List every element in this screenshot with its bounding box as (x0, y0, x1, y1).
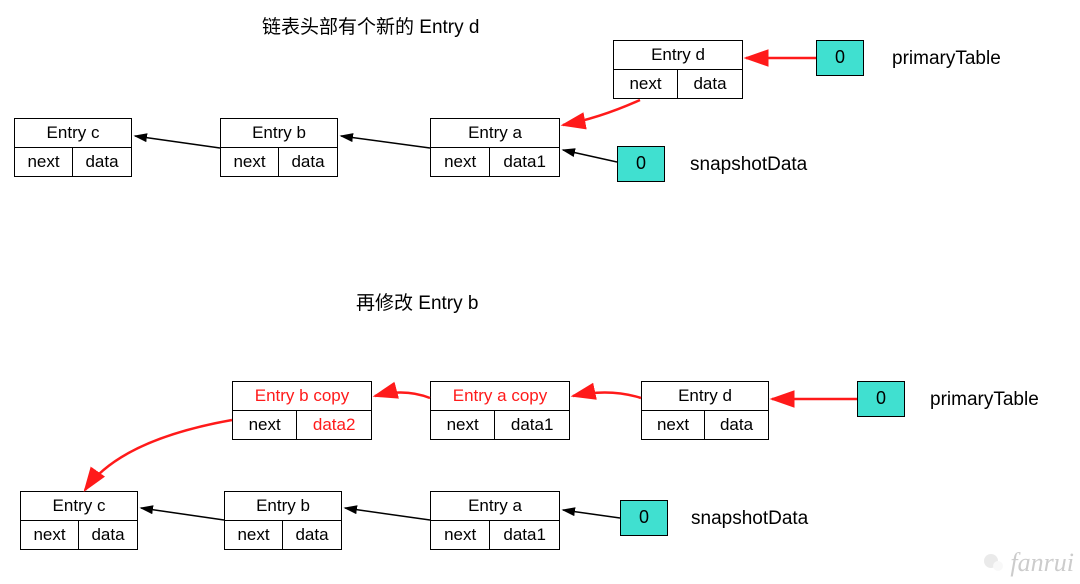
entry-data: data1 (489, 148, 559, 176)
entry-title: Entry c (21, 492, 137, 521)
entry-data: data (282, 521, 341, 549)
bucket-snapshot-bottom: 0 (620, 500, 668, 536)
bottom-caption: 再修改 Entry b (356, 288, 478, 315)
watermark: fanrui (982, 548, 1074, 578)
entry-title: Entry a (431, 492, 559, 521)
bucket-snapshot-top: 0 (617, 146, 665, 182)
snapshot-label-top: snapshotData (690, 154, 807, 176)
entry-d-top: Entry d next data (613, 40, 743, 99)
entry-data: data1 (494, 411, 569, 439)
entry-title: Entry b (225, 492, 341, 521)
entry-title: Entry b (221, 119, 337, 148)
entry-data: data2 (296, 411, 371, 439)
entry-data: data (72, 148, 131, 176)
entry-b-copy: Entry b copy next data2 (232, 381, 372, 440)
entry-next: next (431, 521, 489, 549)
entry-a-top: Entry a next data1 (430, 118, 560, 177)
entry-b-top: Entry b next data (220, 118, 338, 177)
bucket-primary-bottom: 0 (857, 381, 905, 417)
entry-next: next (614, 70, 677, 98)
primary-label-top: primaryTable (892, 48, 1001, 70)
entry-title: Entry d (642, 382, 768, 411)
entry-data: data (704, 411, 768, 439)
bucket-primary-top: 0 (816, 40, 864, 76)
entry-title: Entry c (15, 119, 131, 148)
snapshot-label-bottom: snapshotData (691, 508, 808, 530)
entry-d-bottom: Entry d next data (641, 381, 769, 440)
entry-next: next (221, 148, 278, 176)
entry-next: next (225, 521, 282, 549)
wechat-icon (982, 551, 1006, 575)
entry-title: Entry a copy (431, 382, 569, 411)
entry-data: data1 (489, 521, 559, 549)
entry-c-top: Entry c next data (14, 118, 132, 177)
watermark-text: fanrui (1010, 548, 1074, 578)
entry-c-bottom: Entry c next data (20, 491, 138, 550)
entry-next: next (642, 411, 704, 439)
entry-next: next (431, 411, 494, 439)
entry-next: next (15, 148, 72, 176)
entry-data: data (677, 70, 742, 98)
entry-title: Entry a (431, 119, 559, 148)
entry-a-copy: Entry a copy next data1 (430, 381, 570, 440)
entry-b-bottom: Entry b next data (224, 491, 342, 550)
entry-next: next (21, 521, 78, 549)
entry-data: data (78, 521, 137, 549)
entry-title: Entry d (614, 41, 742, 70)
entry-data: data (278, 148, 337, 176)
top-caption: 链表头部有个新的 Entry d (262, 12, 479, 39)
entry-next: next (431, 148, 489, 176)
entry-title: Entry b copy (233, 382, 371, 411)
entry-a-bottom: Entry a next data1 (430, 491, 560, 550)
primary-label-bottom: primaryTable (930, 389, 1039, 411)
entry-next: next (233, 411, 296, 439)
